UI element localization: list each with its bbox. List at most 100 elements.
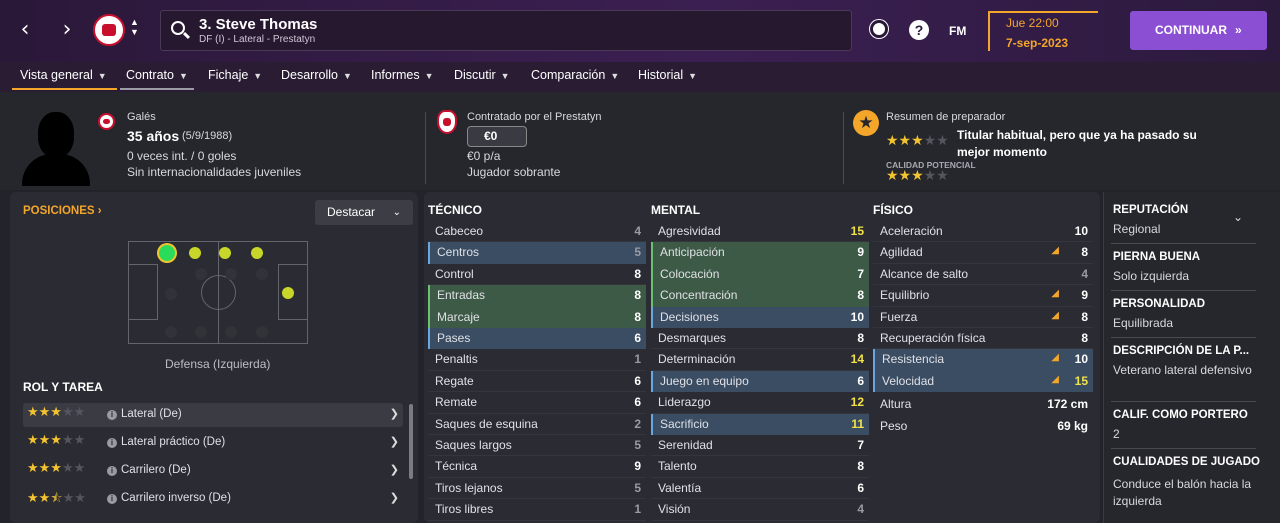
player-search-box[interactable]: 3. Steve Thomas DF (I) - Lateral - Prest… bbox=[160, 10, 852, 51]
roles-scrollbar[interactable] bbox=[409, 404, 413, 479]
attribute-row[interactable]: Anticipación 9 bbox=[651, 242, 869, 264]
attribute-value: 4 bbox=[1081, 266, 1088, 281]
attribute-name: Valentía bbox=[658, 480, 702, 495]
attribute-row[interactable]: Saques largos 5 bbox=[428, 435, 646, 457]
role-row[interactable]: ★★★★★ i Carrilero (De) ❯ bbox=[23, 459, 403, 483]
tab-comparacion[interactable]: Comparación ▼ bbox=[531, 68, 619, 82]
chevron-down-icon[interactable]: ❯ bbox=[390, 407, 399, 420]
forward-arrow-icon[interactable]: › bbox=[56, 17, 78, 43]
tab-vista-general[interactable]: Vista general ▼ bbox=[12, 68, 117, 90]
attribute-value: 15 bbox=[1074, 373, 1088, 388]
attribute-row[interactable]: Fuerza ◢ 8 bbox=[873, 307, 1093, 328]
attribute-name: Peso bbox=[880, 418, 908, 433]
attribute-row[interactable]: Centros 5 bbox=[428, 242, 646, 264]
attribute-row[interactable]: Altura 172 cm bbox=[873, 394, 1093, 415]
attribute-value: 8 bbox=[634, 309, 641, 324]
attribute-value: 4 bbox=[857, 502, 864, 517]
role-row[interactable]: ★★★★★ i Lateral práctico (De) ❯ bbox=[23, 431, 403, 455]
tab-discutir[interactable]: Discutir ▼ bbox=[454, 68, 510, 82]
attribute-row[interactable]: Saques de esquina 2 bbox=[428, 414, 646, 435]
club-switch-icon[interactable]: ▲ ▼ bbox=[130, 17, 139, 37]
attribute-row[interactable]: Agresividad 15 bbox=[651, 221, 869, 243]
tab-desarrollo[interactable]: Desarrollo ▼ bbox=[281, 68, 352, 82]
attribute-name: Centros bbox=[437, 245, 480, 260]
info-icon[interactable]: i bbox=[107, 438, 117, 448]
attribute-row[interactable]: Aceleración 10 bbox=[873, 221, 1093, 243]
attribute-row[interactable]: Agilidad ◢ 8 bbox=[873, 242, 1093, 264]
info-icon[interactable]: i bbox=[107, 494, 117, 504]
attribute-row[interactable]: Control 8 bbox=[428, 264, 646, 286]
fm-logo[interactable]: FM bbox=[949, 24, 966, 38]
attribute-row[interactable]: Liderazgo 12 bbox=[651, 392, 869, 414]
attribute-row[interactable]: Técnica 9 bbox=[428, 456, 646, 478]
divider bbox=[1111, 448, 1256, 449]
attribute-row[interactable]: Recuperación física 8 bbox=[873, 328, 1093, 350]
attribute-row[interactable]: Tiros lejanos 5 bbox=[428, 478, 646, 500]
attribute-row[interactable]: Decisiones 10 bbox=[651, 306, 869, 328]
attribute-value: 5 bbox=[634, 480, 641, 495]
tab-fichaje[interactable]: Fichaje ▼ bbox=[208, 68, 262, 82]
chevron-down-icon[interactable]: ❯ bbox=[390, 463, 399, 476]
gk-rating-value: 2 bbox=[1113, 427, 1120, 441]
attribute-row[interactable]: Alcance de salto 4 bbox=[873, 264, 1093, 286]
attribute-row[interactable]: Equilibrio ◢ 9 bbox=[873, 285, 1093, 307]
attribute-row[interactable]: Determinación 14 bbox=[651, 349, 869, 371]
continue-button[interactable]: CONTINUAR » bbox=[1130, 11, 1267, 50]
tab-contrato[interactable]: Contrato ▼ bbox=[120, 68, 194, 90]
attribute-value: 8 bbox=[857, 331, 864, 345]
attribute-row[interactable]: Velocidad ◢ 15 bbox=[873, 370, 1093, 393]
attribute-row[interactable]: Remate 6 bbox=[428, 392, 646, 414]
attribute-row[interactable]: Regate 6 bbox=[428, 371, 646, 393]
highlight-label: Destacar bbox=[327, 205, 376, 219]
attribute-row[interactable]: Talento 8 bbox=[651, 456, 869, 478]
chevron-down-icon[interactable]: ❯ bbox=[390, 491, 399, 504]
ball-icon[interactable] bbox=[870, 20, 888, 38]
chevron-down-icon[interactable]: ❯ bbox=[390, 435, 399, 448]
attribute-name: Colocación bbox=[660, 266, 720, 281]
attribute-row[interactable]: Resistencia ◢ 10 bbox=[873, 349, 1093, 371]
tab-informes[interactable]: Informes ▼ bbox=[371, 68, 434, 82]
chevron-down-icon: ⌄ bbox=[392, 207, 401, 218]
fisico-title: FÍSICO bbox=[873, 203, 914, 217]
attribute-row[interactable]: Serenidad 7 bbox=[651, 435, 869, 457]
attribute-row[interactable]: Entradas 8 bbox=[428, 285, 646, 307]
attribute-row[interactable]: Penaltis 1 bbox=[428, 349, 646, 371]
coach-summary-text: Titular habitual, pero que ya ha pasado … bbox=[957, 128, 1197, 159]
attribute-row[interactable]: Pases 6 bbox=[428, 328, 646, 350]
foot-value: Solo izquierda bbox=[1113, 269, 1190, 283]
attribute-name: Marcaje bbox=[437, 309, 480, 324]
role-row[interactable]: ★★★★★ i Lateral (De) ❯ bbox=[23, 403, 403, 427]
attribute-row[interactable]: Concentración 8 bbox=[651, 285, 869, 307]
attribute-row[interactable]: Peso 69 kg bbox=[873, 416, 1093, 437]
attribute-row[interactable]: Desmarques 8 bbox=[651, 328, 869, 350]
positions-title[interactable]: POSICIONES › bbox=[23, 205, 102, 217]
attribute-row[interactable]: Valentía 6 bbox=[651, 478, 869, 500]
attribute-row[interactable]: Marcaje 8 bbox=[428, 306, 646, 328]
attribute-name: Anticipación bbox=[660, 245, 725, 260]
attribute-row[interactable]: Juego en equipo 6 bbox=[651, 370, 869, 393]
help-icon[interactable]: ? bbox=[909, 20, 929, 40]
attribute-value: 6 bbox=[857, 373, 864, 388]
trend-arrow-icon: ◢ bbox=[1051, 309, 1059, 321]
attribute-value: 10 bbox=[1074, 224, 1088, 238]
club-crest-icon[interactable] bbox=[93, 14, 125, 46]
traits-label: CUALIDADES DE JUGADO bbox=[1113, 456, 1260, 468]
attribute-row[interactable]: Tiros libres 1 bbox=[428, 499, 646, 521]
attribute-name: Resistencia bbox=[882, 352, 945, 367]
attribute-row[interactable]: Visión 4 bbox=[651, 499, 869, 521]
role-row[interactable]: ★★⯪★★ i Carrilero inverso (De) ❯ bbox=[23, 487, 403, 511]
attribute-value: 8 bbox=[857, 459, 864, 474]
attribute-row[interactable]: Colocación 7 bbox=[651, 263, 869, 286]
info-icon[interactable]: i bbox=[107, 410, 117, 420]
attribute-row[interactable]: Cabeceo 4 bbox=[428, 221, 646, 243]
back-arrow-icon[interactable]: ‹ bbox=[14, 17, 36, 43]
role-stars: ★★★★★ bbox=[27, 405, 86, 420]
transfer-fee[interactable]: €0 bbox=[467, 126, 527, 147]
highlight-dropdown[interactable]: Destacar ⌄ bbox=[315, 200, 413, 225]
info-icon[interactable]: i bbox=[107, 466, 117, 476]
attribute-name: Saques de esquina bbox=[435, 416, 538, 431]
tab-historial[interactable]: Historial ▼ bbox=[638, 68, 697, 82]
attribute-value: 8 bbox=[1081, 245, 1088, 260]
attribute-name: Equilibrio bbox=[880, 288, 930, 303]
attribute-row[interactable]: Sacrificio 11 bbox=[651, 413, 869, 435]
